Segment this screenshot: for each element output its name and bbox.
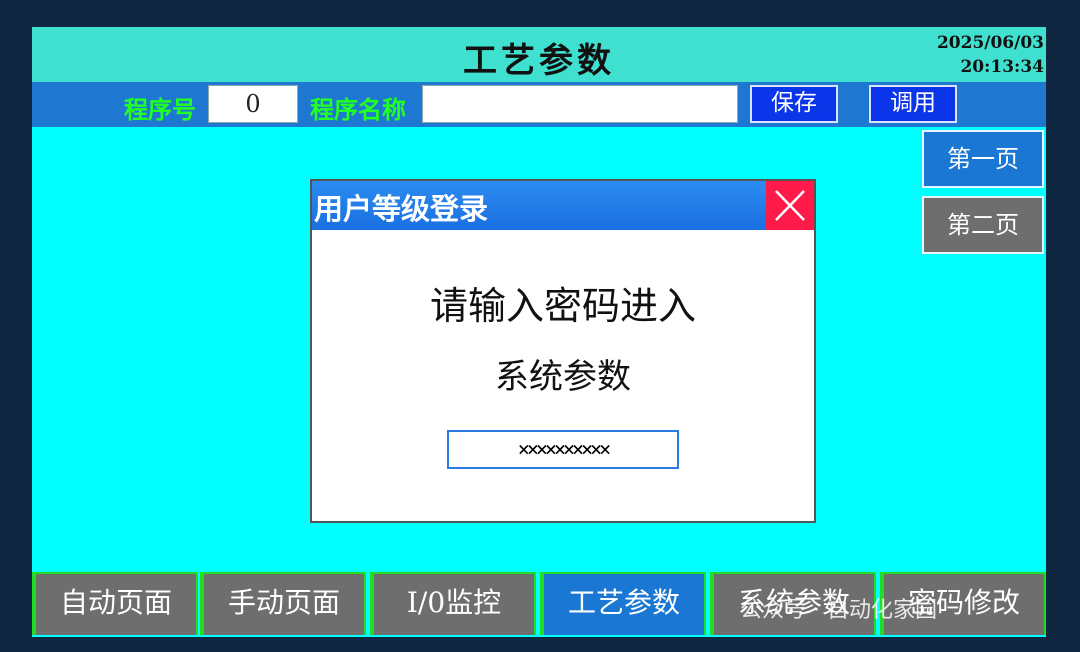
datetime-display: 2025/06/03 20:13:34 bbox=[937, 31, 1044, 79]
close-icon bbox=[775, 190, 805, 221]
title-bar: 工艺参数 2025/06/03 20:13:34 bbox=[32, 27, 1046, 82]
nav-process-params[interactable]: 工艺参数 bbox=[540, 572, 706, 635]
page-one-button[interactable]: 第一页 bbox=[922, 130, 1044, 188]
watermark-text: 公众号 · 自动化家园 bbox=[740, 598, 937, 623]
dialog-message: 请输入密码进入 bbox=[429, 284, 696, 328]
nav-manual-page[interactable]: 手动页面 bbox=[200, 572, 366, 635]
dialog-close-button[interactable] bbox=[766, 181, 814, 230]
program-name-label: 程序名称 bbox=[310, 96, 406, 124]
program-name-input[interactable] bbox=[422, 85, 738, 123]
dialog-title: 用户等级登录 bbox=[314, 192, 489, 226]
save-button[interactable]: 保存 bbox=[750, 85, 838, 123]
program-bar: 程序号 0 程序名称 保存 调用 bbox=[32, 82, 1046, 127]
date-text: 2025/06/03 bbox=[936, 33, 1044, 53]
page-two-button[interactable]: 第二页 bbox=[922, 196, 1044, 254]
dialog-header: 用户等级登录 bbox=[312, 181, 814, 230]
login-dialog: 用户等级登录 请输入密码进入 系统参数 ×××××××××× bbox=[310, 179, 816, 523]
nav-auto-page[interactable]: 自动页面 bbox=[32, 572, 198, 635]
password-input[interactable]: ×××××××××× bbox=[447, 430, 679, 469]
dialog-subtitle: 系统参数 bbox=[495, 357, 631, 397]
load-button[interactable]: 调用 bbox=[869, 85, 957, 123]
program-number-label: 程序号 bbox=[124, 96, 196, 124]
time-text: 20:13:34 bbox=[960, 57, 1044, 77]
page-title: 工艺参数 bbox=[463, 41, 615, 81]
hmi-screen: 工艺参数 2025/06/03 20:13:34 程序号 0 程序名称 保存 调… bbox=[32, 27, 1046, 637]
program-number-input[interactable]: 0 bbox=[208, 85, 298, 123]
nav-io-monitor[interactable]: I/0监控 bbox=[370, 572, 536, 635]
